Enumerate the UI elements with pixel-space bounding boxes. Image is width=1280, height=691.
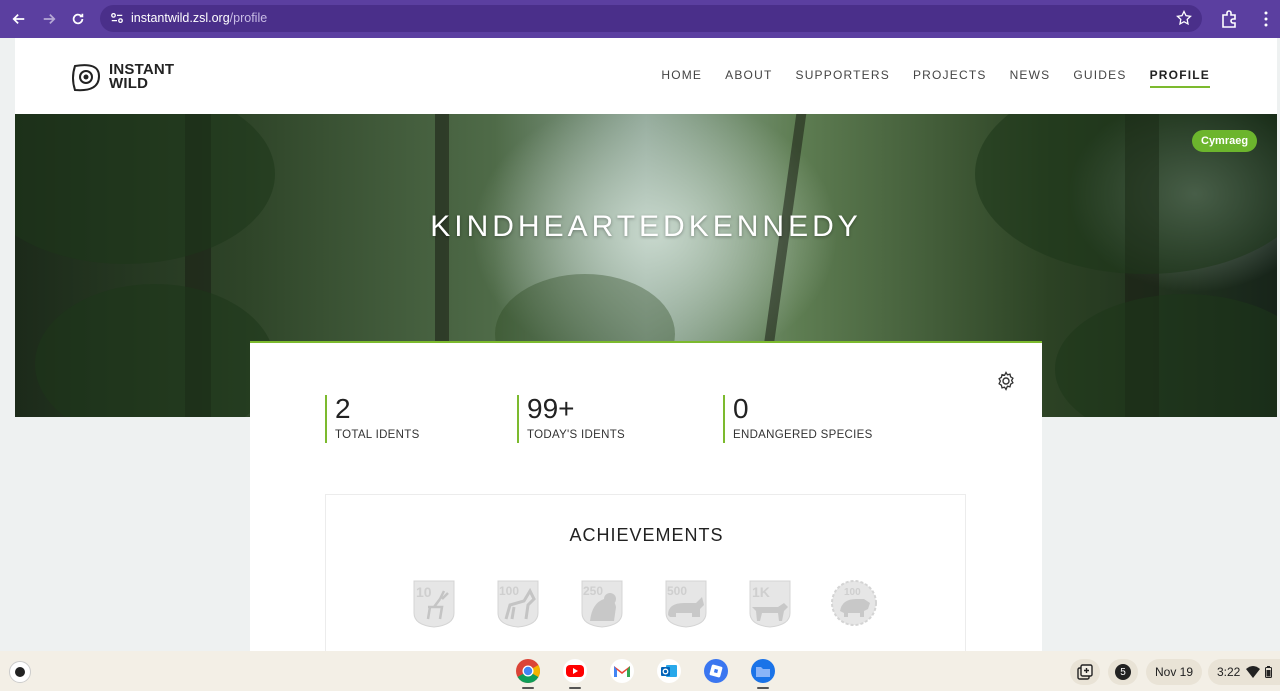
notification-badge-button[interactable]: 5 xyxy=(1108,659,1138,685)
badge-number: 500 xyxy=(667,584,687,598)
badge-number: 100 xyxy=(499,584,519,598)
outlook-app-icon[interactable] xyxy=(656,658,682,684)
extensions-icon[interactable] xyxy=(1219,9,1239,29)
site-header: INSTANT WILD HOME ABOUT SUPPORTERS PROJE… xyxy=(15,38,1277,114)
foliage xyxy=(35,284,275,417)
stat-todays-idents: 99+ TODAY'S IDENTS xyxy=(517,395,625,443)
logo-text-line2: WILD xyxy=(109,75,149,92)
arrow-left-icon xyxy=(12,14,25,24)
stat-endangered-species: 0 ENDANGERED SPECIES xyxy=(723,395,873,443)
site-info-icon[interactable] xyxy=(110,11,124,25)
launcher-button[interactable] xyxy=(9,661,31,683)
badge-number: 10 xyxy=(416,584,432,600)
bookmark-star-icon[interactable] xyxy=(1176,10,1192,26)
stat-label: ENDANGERED SPECIES xyxy=(733,429,873,441)
stat-label: TODAY'S IDENTS xyxy=(527,429,625,441)
badge-boar[interactable]: 100 xyxy=(830,577,878,629)
wolf-icon: 100 xyxy=(497,580,539,628)
nav-projects[interactable]: PROJECTS xyxy=(913,68,987,88)
back-button[interactable] xyxy=(9,9,29,29)
roblox-app-icon[interactable] xyxy=(703,658,729,684)
reload-button[interactable] xyxy=(68,9,88,29)
gorilla-icon: 250 xyxy=(581,580,623,628)
foliage xyxy=(1055,294,1277,417)
arrow-right-icon xyxy=(43,14,56,24)
reload-icon xyxy=(72,13,84,25)
stat-label: TOTAL IDENTS xyxy=(335,429,420,441)
browser-toolbar: instantwild.zsl.org/profile xyxy=(0,0,1280,38)
badge-gorilla[interactable]: 250 xyxy=(578,577,626,629)
badge-deer[interactable]: 10 xyxy=(410,577,458,629)
language-toggle-button[interactable]: Cymraeg xyxy=(1192,130,1258,152)
achievements-panel: ACHIEVEMENTS 10 100 250 500 1K 100 xyxy=(325,494,966,664)
chrome-app-icon[interactable] xyxy=(515,658,541,684)
big-cat-icon: 1K xyxy=(749,580,791,628)
rhino-icon: 500 xyxy=(665,580,707,628)
badge-wolf[interactable]: 100 xyxy=(494,577,542,629)
capture-icon xyxy=(1077,664,1093,680)
gear-icon[interactable] xyxy=(996,371,1016,391)
gmail-app-icon[interactable] xyxy=(609,658,635,684)
badge-number: 250 xyxy=(583,584,603,598)
youtube-app-icon[interactable] xyxy=(562,658,588,684)
os-shelf: 5 Nov 19 3:22 xyxy=(0,651,1280,691)
browser-menu-icon[interactable] xyxy=(1260,9,1272,29)
stat-value: 2 xyxy=(335,393,351,424)
achievements-title: ACHIEVEMENTS xyxy=(569,525,724,545)
url-text: instantwild.zsl.org/profile xyxy=(131,11,268,25)
system-tray[interactable]: 3:22 xyxy=(1208,659,1280,685)
running-indicator xyxy=(569,687,581,689)
screen-capture-button[interactable] xyxy=(1070,659,1100,685)
stat-value: 0 xyxy=(733,393,749,424)
address-bar[interactable]: instantwild.zsl.org/profile xyxy=(100,5,1202,32)
stat-value: 99+ xyxy=(527,393,575,424)
boar-icon: 100 xyxy=(831,580,877,626)
clock-time: 3:22 xyxy=(1217,665,1241,679)
notification-count: 5 xyxy=(1115,664,1131,680)
instant-wild-logo[interactable]: INSTANT WILD xyxy=(69,58,189,96)
battery-icon xyxy=(1265,666,1273,678)
running-indicator xyxy=(522,687,534,689)
badge-rhino[interactable]: 500 xyxy=(662,577,710,629)
nav-home[interactable]: HOME xyxy=(661,68,702,88)
files-app-icon[interactable] xyxy=(750,658,776,684)
profile-username: KINDHEARTEDKENNEDY xyxy=(430,210,862,243)
badge-number: 100 xyxy=(844,587,861,598)
badge-big-cat[interactable]: 1K xyxy=(746,577,794,629)
nav-news[interactable]: NEWS xyxy=(1010,68,1051,88)
nav-guides[interactable]: GUIDES xyxy=(1073,68,1126,88)
wifi-icon xyxy=(1246,666,1261,678)
badge-number: 1K xyxy=(752,584,770,600)
profile-card: 2 TOTAL IDENTS 99+ TODAY'S IDENTS 0 ENDA… xyxy=(250,341,1042,664)
date-display[interactable]: Nov 19 xyxy=(1146,659,1202,685)
main-navigation: HOME ABOUT SUPPORTERS PROJECTS NEWS GUID… xyxy=(638,68,1210,88)
forward-button[interactable] xyxy=(39,9,59,29)
achievement-badges: 10 100 250 500 1K 100 xyxy=(410,577,878,629)
nav-supporters[interactable]: SUPPORTERS xyxy=(795,68,889,88)
nav-profile[interactable]: PROFILE xyxy=(1149,68,1210,88)
running-indicator xyxy=(757,687,769,689)
camera-eye-logo-icon xyxy=(72,64,101,92)
deer-icon: 10 xyxy=(413,580,455,628)
stat-total-idents: 2 TOTAL IDENTS xyxy=(325,395,420,443)
nav-about[interactable]: ABOUT xyxy=(725,68,772,88)
